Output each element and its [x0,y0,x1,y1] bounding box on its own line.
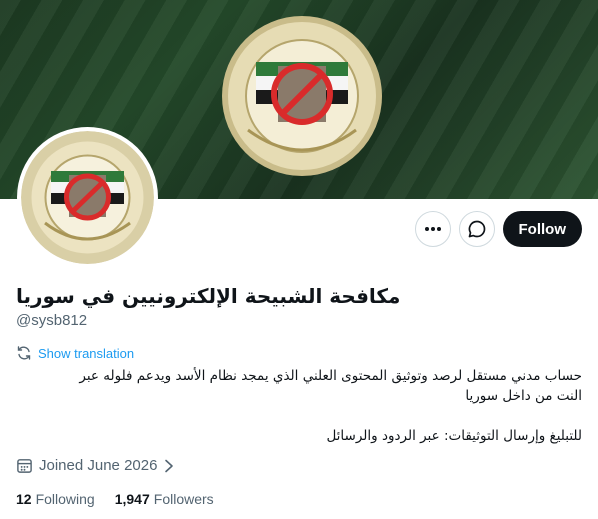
display-name: مكافحة الشبيحة الإلكترونيين في سوريا [16,284,401,308]
show-translation-label[interactable]: Show translation [38,346,134,361]
followers-label: Followers [153,491,214,507]
calendar-icon [17,459,32,473]
profile-stats: 12 Following 1,947 Followers [16,491,214,507]
followers-link[interactable]: 1,947 Followers [115,491,214,507]
show-translation-link[interactable]: Show translation [16,345,134,361]
bio-line: النت من داخل سوريا [465,388,582,404]
message-button[interactable] [458,211,495,247]
avatar [21,131,154,264]
follow-button[interactable]: Follow [502,211,582,247]
following-label: Following [35,491,95,507]
more-icon [424,227,441,231]
message-icon [468,220,485,238]
following-link[interactable]: 12 Following [16,491,95,507]
following-count: 12 [16,491,32,507]
user-handle: @sysb812 [16,312,88,329]
joined-label: Joined June 2026 [39,457,158,474]
avatar-frame[interactable] [17,127,158,268]
joined-date[interactable]: Joined June 2026 [16,457,175,474]
bio-spacer [16,406,582,426]
bio-line: للتبليغ وإرسال التوثيقات: عبر الردود وال… [326,428,582,444]
more-button[interactable] [414,211,451,247]
followers-count: 1,947 [114,491,150,507]
profile-actions: Follow [414,211,582,247]
banner-emblem-logo [222,16,382,176]
bio-line: حساب مدني مستقل لرصد وتوثيق المحتوى العل… [79,368,582,384]
chevron-right-icon [165,459,174,472]
translate-icon [17,346,31,360]
profile-bio: حساب مدني مستقل لرصد وتوثيق المحتوى العل… [16,366,582,446]
